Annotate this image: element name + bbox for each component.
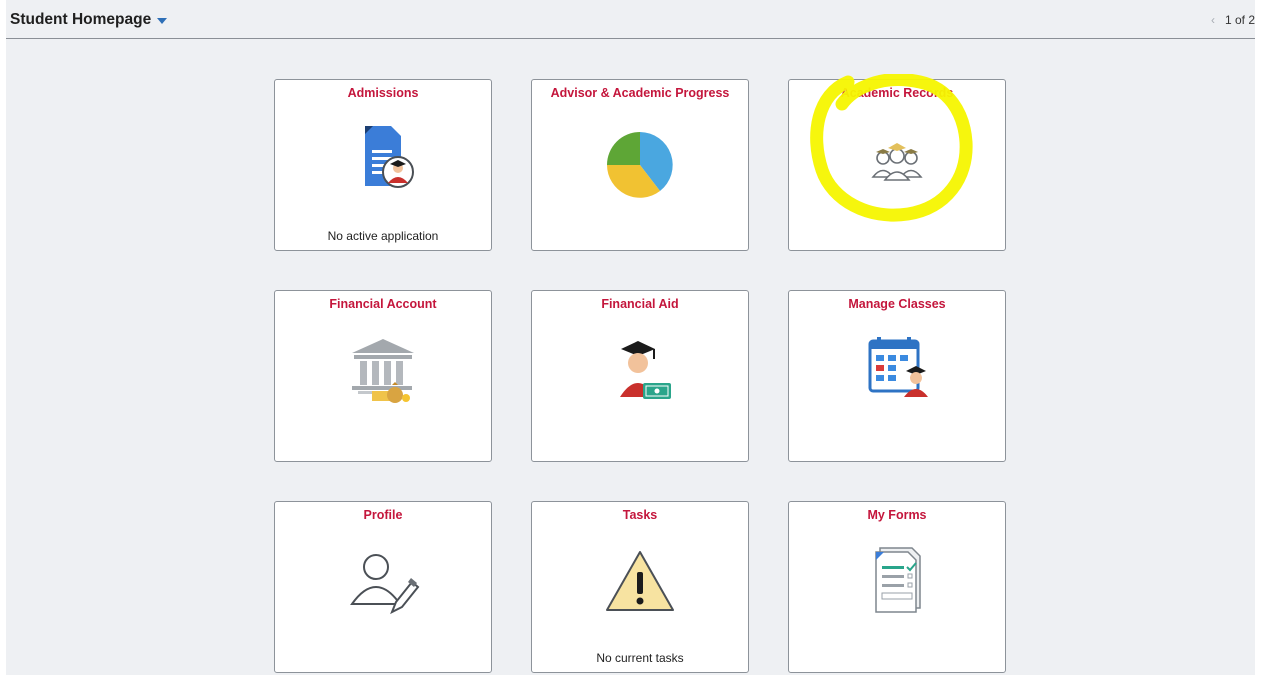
tile-status: No active application bbox=[327, 229, 439, 243]
tile-tasks[interactable]: Tasks No current tasks bbox=[531, 501, 749, 673]
calendar-graduate-icon bbox=[852, 331, 942, 411]
tile-status: No current tasks bbox=[596, 651, 684, 665]
tile-title: Admissions bbox=[347, 86, 419, 100]
warning-icon bbox=[595, 542, 685, 622]
forms-checklist-icon bbox=[852, 542, 942, 622]
graduate-with-cash-icon bbox=[595, 331, 685, 411]
graduates-group-icon bbox=[852, 120, 942, 200]
page-title: Student Homepage bbox=[10, 11, 152, 28]
tile-title: Profile bbox=[363, 508, 403, 522]
previous-page-button[interactable]: ‹ bbox=[1211, 13, 1215, 27]
caret-down-icon bbox=[157, 18, 168, 24]
page-header: Student Homepage ‹ 1 of 2 bbox=[6, 0, 1255, 39]
tile-academic-records[interactable]: Academic Records bbox=[788, 79, 1006, 251]
tile-title: Tasks bbox=[622, 508, 658, 522]
tile-title: Manage Classes bbox=[848, 297, 946, 311]
tile-title: Financial Account bbox=[329, 297, 437, 311]
tile-title: Advisor & Academic Progress bbox=[550, 86, 730, 100]
tile-manage-classes[interactable]: Manage Classes bbox=[788, 290, 1006, 462]
tile-title: Financial Aid bbox=[601, 297, 679, 311]
tile-title: Academic Records bbox=[840, 86, 954, 100]
tile-admissions[interactable]: Admissions No active application bbox=[274, 79, 492, 251]
pager: ‹ 1 of 2 bbox=[1211, 13, 1255, 27]
tile-title: My Forms bbox=[867, 508, 927, 522]
tile-advisor-academic-progress[interactable]: Advisor & Academic Progress bbox=[531, 79, 749, 251]
bank-money-icon bbox=[338, 331, 428, 411]
tile-financial-aid[interactable]: Financial Aid bbox=[531, 290, 749, 462]
tile-my-forms[interactable]: My Forms bbox=[788, 501, 1006, 673]
homepage-frame: Student Homepage ‹ 1 of 2 Admissions No … bbox=[6, 0, 1255, 675]
application-document-icon bbox=[338, 120, 428, 200]
profile-edit-icon bbox=[338, 542, 428, 622]
tile-profile[interactable]: Profile bbox=[274, 501, 492, 673]
homepage-selector[interactable]: Student Homepage bbox=[10, 11, 168, 29]
pager-text: 1 of 2 bbox=[1224, 13, 1255, 27]
pie-chart-icon bbox=[595, 120, 685, 200]
tile-financial-account[interactable]: Financial Account bbox=[274, 290, 492, 462]
